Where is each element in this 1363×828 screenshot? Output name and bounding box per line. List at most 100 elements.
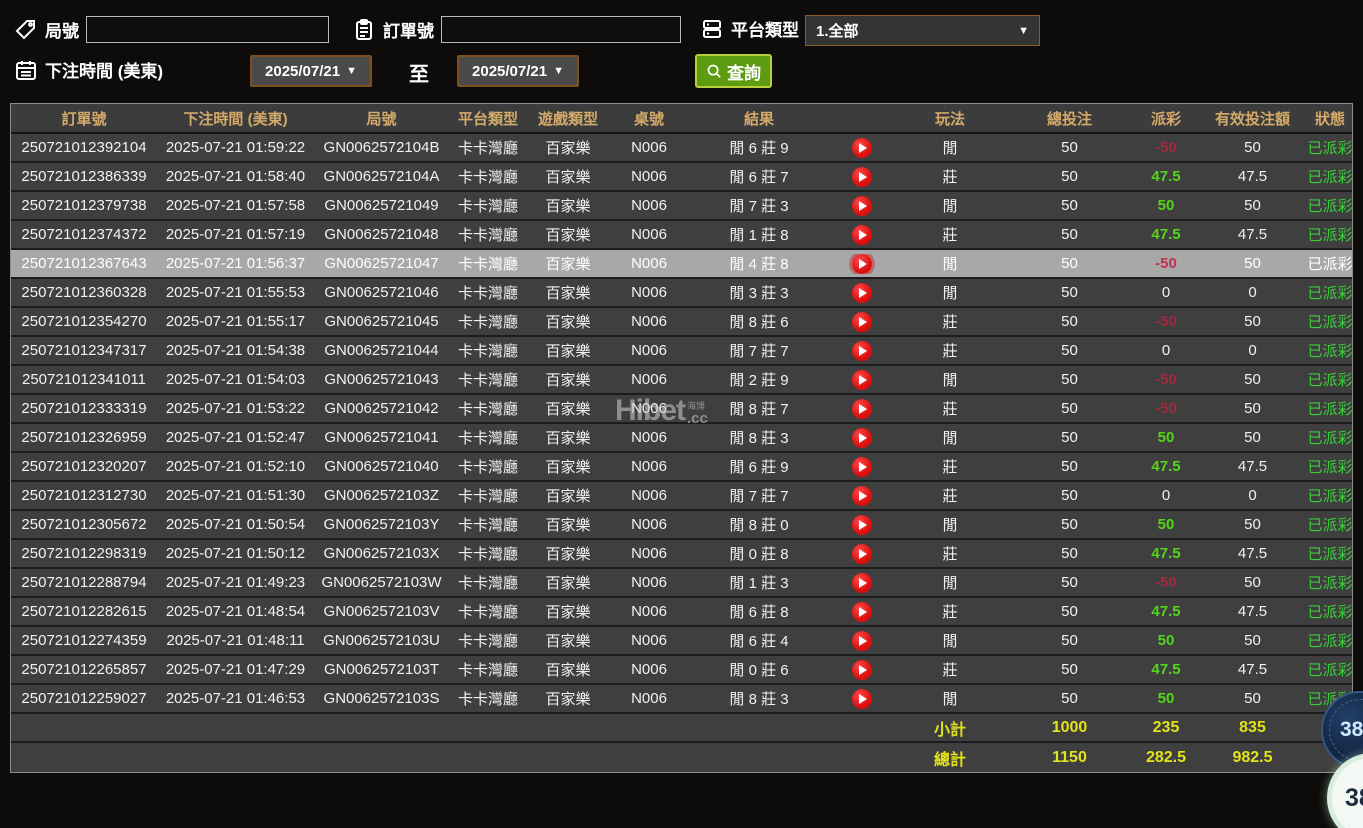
replay-button[interactable] [829,660,894,680]
replay-button[interactable] [829,602,894,622]
table-row[interactable]: 2507210123863392025-07-21 01:58:40GN0062… [11,163,1352,192]
table-number-cell: N006 [609,487,689,504]
platform-cell: 卡卡灣廳 [449,340,527,361]
order-no-input[interactable] [441,16,681,43]
table-row[interactable]: 2507210123676432025-07-21 01:56:37GN0062… [11,250,1352,279]
table-row[interactable]: 2507210123056722025-07-21 01:50:54GN0062… [11,511,1352,540]
subtotal-row: 小計 1000 235 835 [11,714,1352,743]
game-type-cell: 百家樂 [527,253,609,274]
order-number-cell: 250721012379738 [11,197,157,214]
replay-button[interactable] [829,457,894,477]
bet-side-cell: 閒 [894,688,1006,709]
table-row[interactable]: 2507210123269592025-07-21 01:52:47GN0062… [11,424,1352,453]
date-from-value: 2025/07/21 [265,63,340,80]
status-cell: 已派彩 [1306,166,1354,187]
payout-cell: -50 [1133,371,1199,388]
date-to-picker[interactable]: 2025/07/21 ▼ [457,55,579,87]
total-bet-cell: 50 [1006,661,1133,678]
order-no-filter: 訂單號 [352,16,681,43]
table-row[interactable]: 2507210123542702025-07-21 01:55:17GN0062… [11,308,1352,337]
play-icon [852,399,872,419]
bet-time-cell: 2025-07-21 01:56:37 [157,255,314,272]
replay-button[interactable] [829,341,894,361]
platform-cell: 卡卡灣廳 [449,485,527,506]
replay-button[interactable] [829,486,894,506]
game-number-cell: GN00625721048 [314,226,449,243]
platform-select[interactable]: 1.全部 ▼ [805,15,1040,46]
server-icon [700,17,724,41]
result-cell: 閒 1 莊 8 [689,224,829,245]
bet-side-cell: 莊 [894,601,1006,622]
bet-side-cell: 閒 [894,369,1006,390]
table-row[interactable]: 2507210123797382025-07-21 01:57:58GN0062… [11,192,1352,221]
play-icon [852,283,872,303]
table-row[interactable]: 2507210123921042025-07-21 01:59:22GN0062… [11,134,1352,163]
table-row[interactable]: 2507210123127302025-07-21 01:51:30GN0062… [11,482,1352,511]
bet-time-cell: 2025-07-21 01:52:10 [157,458,314,475]
valid-bet-cell: 50 [1199,139,1306,156]
replay-button[interactable] [829,138,894,158]
result-cell: 閒 6 莊 9 [689,456,829,477]
bet-time-cell: 2025-07-21 01:57:19 [157,226,314,243]
order-number-cell: 250721012274359 [11,632,157,649]
replay-button[interactable] [829,312,894,332]
valid-bet-cell: 47.5 [1199,603,1306,620]
replay-button[interactable] [829,167,894,187]
replay-button[interactable] [829,573,894,593]
play-icon [852,631,872,651]
bet-side-cell: 閒 [894,195,1006,216]
table-row[interactable]: 2507210122826152025-07-21 01:48:54GN0062… [11,598,1352,627]
replay-button[interactable] [829,399,894,419]
replay-button[interactable] [829,196,894,216]
result-cell: 閒 6 莊 4 [689,630,829,651]
order-number-cell: 250721012259027 [11,690,157,707]
replay-button[interactable] [829,283,894,303]
table-row[interactable]: 2507210122983192025-07-21 01:50:12GN0062… [11,540,1352,569]
table-row[interactable]: 2507210122658572025-07-21 01:47:29GN0062… [11,656,1352,685]
table-row[interactable]: 2507210122887942025-07-21 01:49:23GN0062… [11,569,1352,598]
bet-side-cell: 閒 [894,137,1006,158]
table-row[interactable]: 2507210122743592025-07-21 01:48:11GN0062… [11,627,1352,656]
date-from-picker[interactable]: 2025/07/21 ▼ [250,55,372,87]
status-cell: 已派彩 [1306,543,1354,564]
table-row[interactable]: 2507210123202072025-07-21 01:52:10GN0062… [11,453,1352,482]
payout-cell: 47.5 [1133,545,1199,562]
chevron-down-icon: ▼ [553,65,564,77]
game-no-input[interactable] [86,16,329,43]
replay-button[interactable] [829,515,894,535]
valid-bet-cell: 50 [1199,197,1306,214]
play-icon [852,573,872,593]
replay-button[interactable] [829,689,894,709]
table-number-cell: N006 [609,690,689,707]
replay-button[interactable] [829,631,894,651]
game-type-cell: 百家樂 [527,485,609,506]
result-cell: 閒 2 莊 9 [689,369,829,390]
bet-time-cell: 2025-07-21 01:46:53 [157,690,314,707]
bet-records-page: 局號 訂單號 平台類型 1.全部 ▼ [0,0,1363,828]
table-row[interactable]: 2507210123603282025-07-21 01:55:53GN0062… [11,279,1352,308]
bet-side-cell: 閒 [894,572,1006,593]
replay-button[interactable] [829,225,894,245]
table-row[interactable]: 2507210123473172025-07-21 01:54:38GN0062… [11,337,1352,366]
table-row[interactable]: 2507210122590272025-07-21 01:46:53GN0062… [11,685,1352,714]
platform-cell: 卡卡灣廳 [449,253,527,274]
replay-button[interactable] [829,254,894,274]
replay-button[interactable] [829,370,894,390]
calendar-icon [14,58,38,82]
order-number-cell: 250721012374372 [11,226,157,243]
game-type-cell: 百家樂 [527,224,609,245]
query-button[interactable]: 查詢 [695,54,772,88]
bet-records-table: 訂單號 下注時間 (美東) 局號 平台類型 遊戲類型 桌號 結果 玩法 總投注 … [10,103,1353,773]
table-row[interactable]: 2507210123333192025-07-21 01:53:22GN0062… [11,395,1352,424]
table-row[interactable]: 2507210123743722025-07-21 01:57:19GN0062… [11,221,1352,250]
bet-time-cell: 2025-07-21 01:53:22 [157,400,314,417]
valid-bet-cell: 47.5 [1199,545,1306,562]
bet-side-cell: 莊 [894,659,1006,680]
game-type-cell: 百家樂 [527,456,609,477]
replay-button[interactable] [829,428,894,448]
replay-button[interactable] [829,544,894,564]
play-icon [852,312,872,332]
total-bet-cell: 50 [1006,400,1133,417]
bet-time-label: 下注時間 (美東) [45,57,163,82]
table-row[interactable]: 2507210123410112025-07-21 01:54:03GN0062… [11,366,1352,395]
